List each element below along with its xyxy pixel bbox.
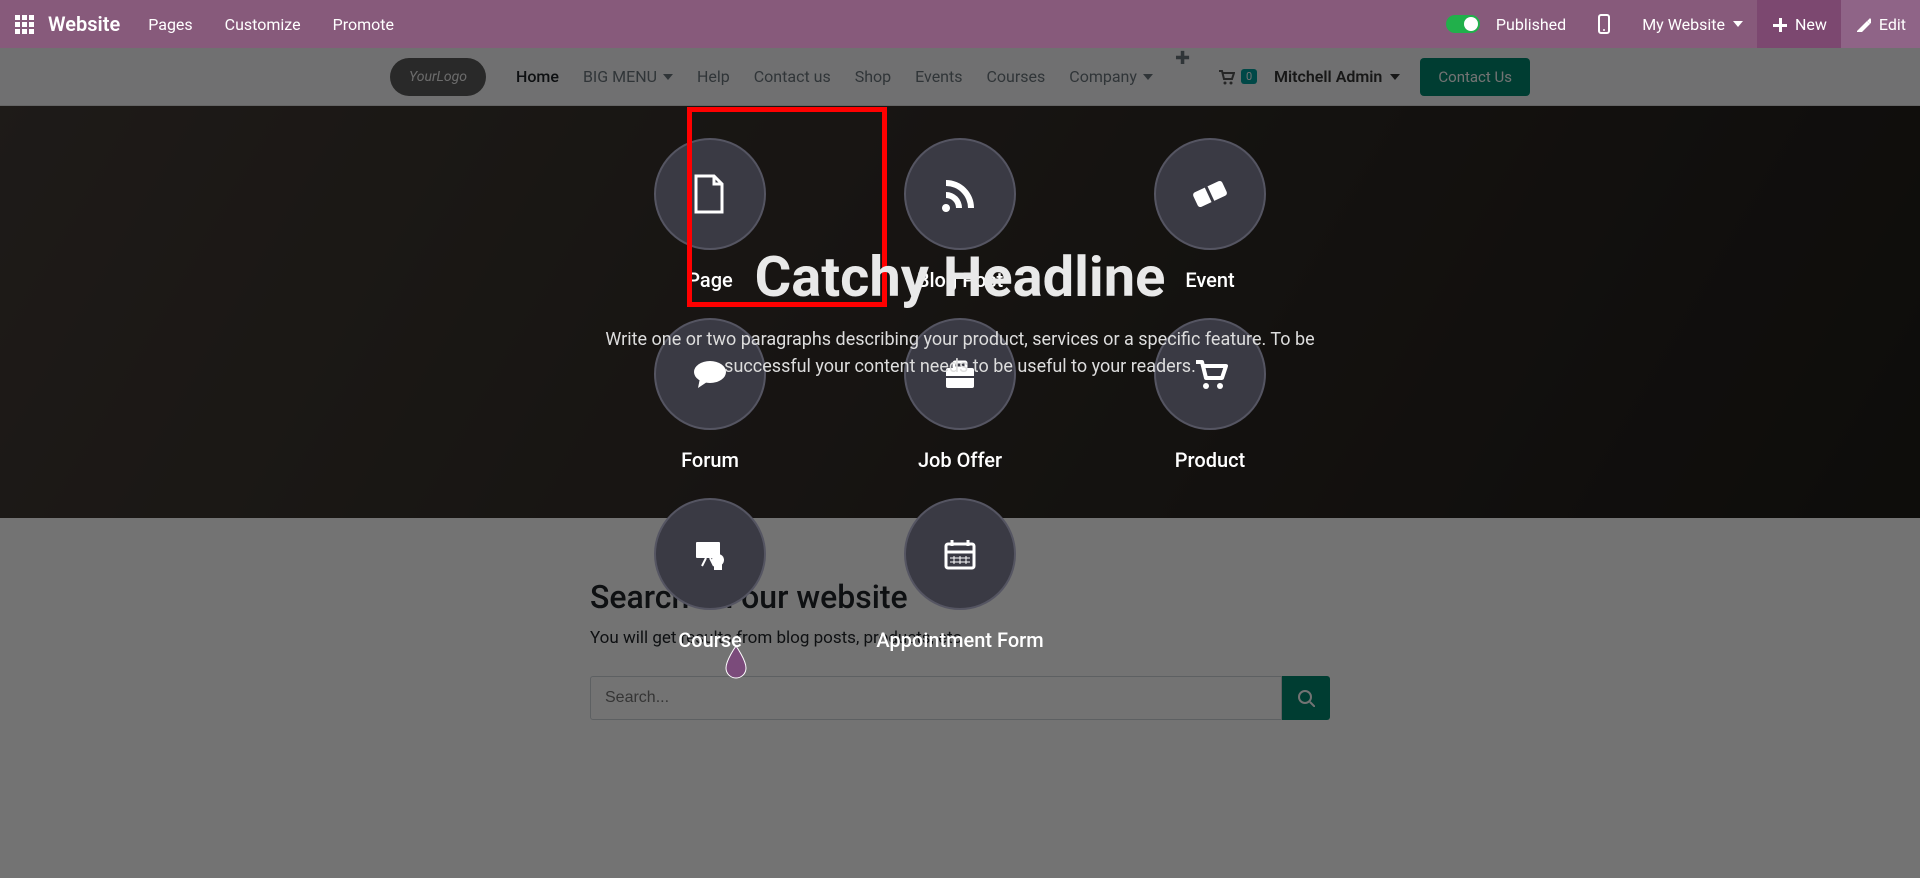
toggle-switch-icon <box>1446 15 1480 33</box>
tile-label: Event <box>1185 268 1234 292</box>
tile-course[interactable]: Course <box>585 498 835 678</box>
tile-label: Appointment Form <box>876 628 1043 652</box>
ticket-icon <box>1154 138 1266 250</box>
new-button[interactable]: New <box>1757 0 1841 48</box>
presentation-icon <box>654 498 766 610</box>
rss-icon <box>904 138 1016 250</box>
tile-label: Job Offer <box>918 448 1002 472</box>
new-label: New <box>1795 15 1827 34</box>
topmenu-promote[interactable]: Promote <box>317 0 410 48</box>
apps-icon[interactable] <box>0 15 48 34</box>
app-title[interactable]: Website <box>48 12 132 36</box>
published-toggle[interactable]: Published <box>1432 0 1580 48</box>
hero-headline: Catchy Headline <box>755 244 1166 310</box>
edit-label: Edit <box>1879 15 1906 34</box>
edit-button[interactable]: Edit <box>1841 0 1920 48</box>
hero-subtext: Write one or two paragraphs describing y… <box>600 326 1320 380</box>
topmenu-pages[interactable]: Pages <box>132 0 208 48</box>
new-content-modal[interactable]: Page Blog Post Event Forum Job Offer Pro… <box>0 48 1920 878</box>
page-icon <box>654 138 766 250</box>
tile-appointment-form[interactable]: Appointment Form <box>835 498 1085 678</box>
topmenu-customize[interactable]: Customize <box>209 0 317 48</box>
mobile-preview-button[interactable] <box>1580 0 1628 48</box>
tile-label: Forum <box>681 448 739 472</box>
tile-label: Page <box>687 268 733 292</box>
calendar-icon <box>904 498 1016 610</box>
my-website-dropdown[interactable]: My Website <box>1628 0 1757 48</box>
tile-label: Product <box>1175 448 1245 472</box>
published-label: Published <box>1496 15 1566 34</box>
admin-topbar: Website Pages Customize Promote Publishe… <box>0 0 1920 48</box>
tile-label: Course <box>678 628 742 652</box>
my-website-label: My Website <box>1642 15 1725 34</box>
chevron-down-icon <box>1733 21 1743 27</box>
